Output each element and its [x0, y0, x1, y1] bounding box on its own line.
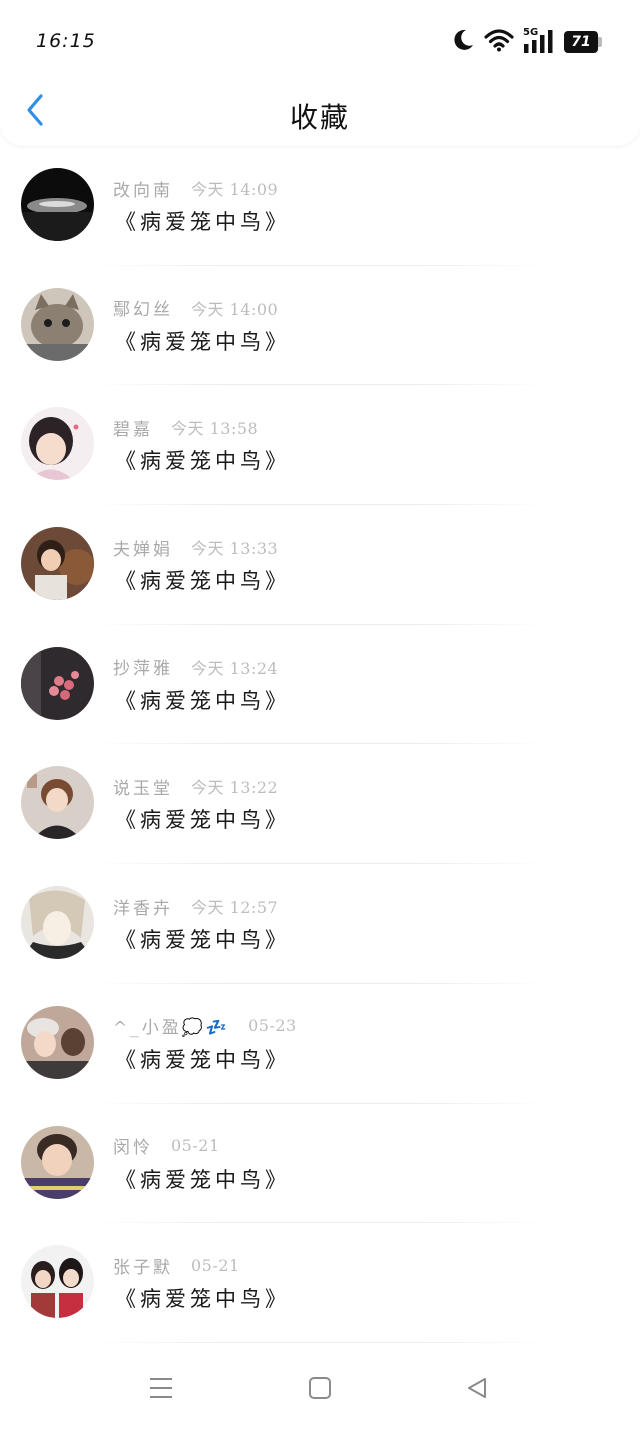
book-title[interactable]: 《病爱笼中鸟》 — [115, 206, 290, 236]
username: 鄢幻丝 — [113, 300, 173, 321]
item-meta: 改向南 今天 14:09 — [113, 176, 279, 201]
avatar[interactable] — [21, 1125, 94, 1199]
home-square-icon — [308, 1376, 332, 1404]
avatar[interactable] — [21, 646, 94, 720]
avatar[interactable] — [21, 287, 94, 361]
status-time: 16:15 — [36, 30, 96, 52]
avatar[interactable] — [21, 1245, 94, 1319]
timestamp: 05-21 — [191, 1255, 240, 1275]
username: 张子默 — [113, 1257, 173, 1278]
avatar[interactable] — [21, 1005, 94, 1079]
username: ^_小盈💭💤 — [113, 1018, 231, 1039]
username: 碧嘉 — [113, 419, 153, 440]
favorite-item[interactable]: 张子默 05-21 《病爱笼中鸟》 — [0, 1223, 640, 1343]
item-meta: 抄萍雅 今天 13:24 — [113, 655, 279, 680]
username: 说玉堂 — [113, 778, 173, 799]
favorite-item[interactable]: ^_小盈💭💤 05-23 《病爱笼中鸟》 — [0, 984, 640, 1104]
item-meta: 洋香卉 今天 12:57 — [113, 894, 279, 919]
timestamp: 05-21 — [171, 1136, 220, 1155]
favorite-item[interactable]: 说玉堂 今天 13:22 《病爱笼中鸟》 — [0, 744, 640, 865]
favorite-item[interactable]: 碧嘉 今天 13:58 《病爱笼中鸟》 — [0, 385, 640, 506]
avatar[interactable] — [21, 886, 94, 960]
timestamp: 今天 13:24 — [191, 658, 279, 678]
timestamp: 05-23 — [248, 1016, 297, 1036]
book-title[interactable]: 《病爱笼中鸟》 — [115, 1044, 290, 1074]
book-title[interactable]: 《病爱笼中鸟》 — [115, 924, 290, 954]
favorite-item[interactable]: 闵怜 05-21 《病爱笼中鸟》 — [0, 1104, 640, 1224]
book-title[interactable]: 《病爱笼中鸟》 — [115, 804, 290, 834]
item-meta: 夫婵娟 今天 13:33 — [113, 535, 279, 560]
timestamp: 今天 14:09 — [191, 180, 279, 199]
nav-bar: 收藏 — [0, 84, 640, 146]
item-meta: 说玉堂 今天 13:22 — [113, 774, 279, 799]
home-button[interactable] — [300, 1374, 340, 1406]
divider — [90, 1341, 550, 1343]
favorites-list: 改向南 今天 14:09 《病爱笼中鸟》 鄢幻丝 今天 14:00 《病爱笼中鸟… — [0, 146, 640, 1343]
username: 闵怜 — [113, 1138, 153, 1158]
item-meta: 张子默 05-21 — [113, 1253, 240, 1278]
item-meta: 闵怜 05-21 — [113, 1134, 220, 1158]
book-title[interactable]: 《病爱笼中鸟》 — [115, 565, 290, 595]
username: 改向南 — [113, 180, 173, 201]
timestamp: 今天 14:00 — [191, 299, 279, 319]
book-title[interactable]: 《病爱笼中鸟》 — [115, 1283, 290, 1313]
signal-icon: 5G — [523, 27, 555, 55]
username: 夫婵娟 — [113, 539, 173, 560]
system-nav-bar — [0, 1350, 640, 1429]
status-bar: 16:15 5G 71 — [0, 0, 640, 84]
back-nav-button[interactable] — [457, 1374, 497, 1406]
back-triangle-icon — [465, 1376, 489, 1404]
timestamp: 今天 13:33 — [191, 539, 279, 559]
menu-button[interactable] — [141, 1374, 181, 1406]
avatar[interactable] — [21, 168, 94, 241]
battery-icon: 71 — [564, 31, 602, 53]
username: 洋香卉 — [113, 898, 173, 919]
book-title[interactable]: 《病爱笼中鸟》 — [115, 445, 290, 475]
favorite-item[interactable]: 抄萍雅 今天 13:24 《病爱笼中鸟》 — [0, 625, 640, 745]
timestamp: 今天 13:58 — [171, 419, 259, 439]
top-header: 16:15 5G 71 收藏 — [0, 0, 640, 146]
item-meta: 碧嘉 今天 13:58 — [113, 415, 259, 440]
book-title[interactable]: 《病爱笼中鸟》 — [115, 326, 290, 356]
book-title[interactable]: 《病爱笼中鸟》 — [115, 685, 290, 715]
avatar[interactable] — [21, 766, 94, 840]
item-meta: ^_小盈💭💤 05-23 — [113, 1014, 297, 1038]
favorite-item[interactable]: 洋香卉 今天 12:57 《病爱笼中鸟》 — [0, 864, 640, 984]
page-title: 收藏 — [289, 101, 350, 134]
status-icons: 5G 71 — [451, 27, 602, 56]
book-title[interactable]: 《病爱笼中鸟》 — [115, 1164, 290, 1194]
username: 抄萍雅 — [113, 659, 173, 680]
avatar[interactable] — [21, 527, 94, 601]
battery-level: 71 — [571, 34, 591, 50]
timestamp: 今天 12:57 — [191, 898, 279, 918]
moon-icon — [451, 28, 475, 56]
wifi-icon — [484, 28, 514, 56]
favorite-item[interactable]: 夫婵娟 今天 13:33 《病爱笼中鸟》 — [0, 505, 640, 625]
timestamp: 今天 13:22 — [191, 778, 279, 798]
avatar[interactable] — [21, 407, 94, 481]
favorite-item[interactable]: 改向南 今天 14:09 《病爱笼中鸟》 — [0, 146, 640, 266]
favorite-item[interactable]: 鄢幻丝 今天 14:00 《病爱笼中鸟》 — [0, 266, 640, 386]
item-meta: 鄢幻丝 今天 14:00 — [113, 296, 279, 321]
menu-icon — [148, 1376, 174, 1404]
